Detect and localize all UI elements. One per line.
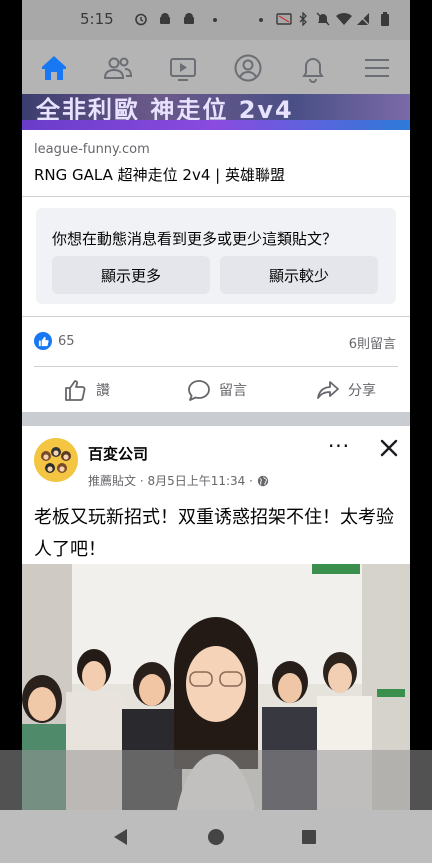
comment-label: 留言 <box>219 383 247 399</box>
ad-image-text: 全非利歐 神走位 2v4 <box>36 96 294 120</box>
feed-separator <box>22 412 410 426</box>
android-icon <box>160 13 170 24</box>
like-button[interactable]: 讚 <box>64 368 110 412</box>
ad-image[interactable]: 全非利歐 神走位 2v4 <box>22 94 410 120</box>
nav-home[interactable] <box>34 48 74 88</box>
mute-icon <box>316 12 330 26</box>
divider <box>22 196 410 197</box>
link-post-card: league-funny.com RNG GALA 超神走位 2v4 | 英雄聯… <box>22 130 410 412</box>
link-title[interactable]: RNG GALA 超神走位 2v4 | 英雄聯盟 <box>34 164 285 185</box>
divider <box>22 316 410 317</box>
home-icon <box>42 56 66 80</box>
back-button[interactable] <box>110 826 132 848</box>
alarm-icon <box>135 13 147 26</box>
divider <box>34 366 398 367</box>
globe-icon <box>257 475 269 486</box>
home-circle-icon <box>208 829 224 845</box>
feed-survey: 你想在動態消息看到更多或更少這類貼文？ 顯示更多 顯示較少 <box>36 208 396 304</box>
post-meta-text: 推薦貼文 · 8月5日上午11:34 · <box>88 474 253 488</box>
reaction-count: 65 <box>58 333 75 349</box>
page-avatar[interactable] <box>34 438 78 482</box>
thumbs-up-icon <box>65 380 86 401</box>
post-text: 老板又玩新招式！双重诱惑招架不住！太考验人了吧！ <box>34 507 394 560</box>
post-action-bar: 讚 留言 分享 <box>22 368 410 412</box>
share-label: 分享 <box>348 383 376 399</box>
like-reaction-icon <box>34 332 52 350</box>
bell-icon <box>302 58 324 83</box>
comment-icon <box>188 380 210 401</box>
screen: 5:15 全非利歐 神走位 2v4 league-funny.com RNG G… <box>0 0 432 863</box>
share-icon <box>317 381 339 399</box>
friends-icon <box>103 57 133 79</box>
back-icon <box>114 829 127 845</box>
share-button[interactable]: 分享 <box>316 368 376 412</box>
status-time: 5:15 <box>80 10 114 28</box>
recents-icon <box>302 830 316 844</box>
hide-post-button[interactable] <box>372 432 406 464</box>
nav-friends[interactable] <box>98 48 138 88</box>
dot-icon-2 <box>259 18 263 22</box>
dot-icon <box>213 18 217 22</box>
menu-icon <box>365 59 389 77</box>
reactions-summary[interactable]: 65 <box>34 330 75 352</box>
nav-watch[interactable] <box>163 48 203 88</box>
wifi-icon <box>336 12 352 25</box>
nav-menu[interactable] <box>357 48 397 88</box>
recents-button[interactable] <box>298 826 320 848</box>
nav-profile[interactable] <box>228 48 268 88</box>
cast-icon <box>276 13 292 25</box>
home-button[interactable] <box>205 826 227 848</box>
link-domain[interactable]: league-funny.com <box>34 142 150 157</box>
post-meta: 推薦貼文 · 8月5日上午11:34 · <box>88 472 269 489</box>
show-less-button[interactable]: 顯示較少 <box>220 256 378 294</box>
comment-count[interactable]: 6則留言 <box>349 333 396 352</box>
android-icon-2 <box>184 13 194 24</box>
like-label: 讚 <box>96 383 110 399</box>
signal-icon <box>357 13 370 26</box>
ad-image-accent <box>22 120 410 130</box>
bluetooth-icon <box>299 12 307 26</box>
more-options-button[interactable]: ··· <box>322 432 356 460</box>
battery-icon <box>381 12 389 26</box>
comment-button[interactable]: 留言 <box>187 368 247 412</box>
page-name[interactable]: 百変公司 <box>88 443 148 464</box>
profile-icon <box>234 54 262 82</box>
survey-question: 你想在動態消息看到更多或更少這類貼文？ <box>52 230 338 248</box>
facebook-nav-bar <box>22 40 410 94</box>
watch-icon <box>170 58 196 81</box>
close-icon <box>380 439 398 457</box>
status-bar: 5:15 <box>22 0 410 40</box>
nav-notifications[interactable] <box>293 48 333 88</box>
show-more-button[interactable]: 顯示更多 <box>52 256 210 294</box>
